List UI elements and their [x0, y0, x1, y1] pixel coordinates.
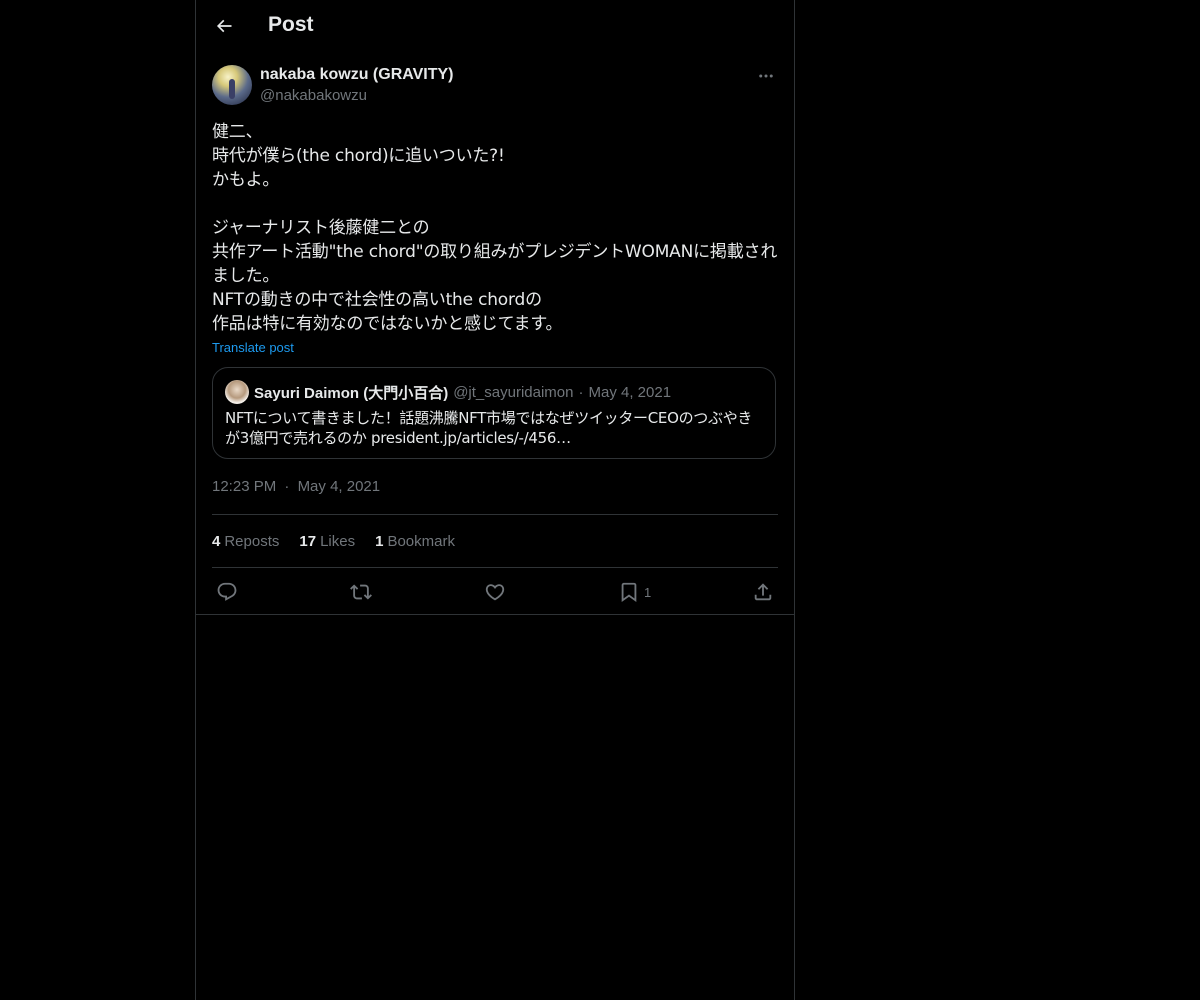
reposts-count: 4: [212, 532, 221, 550]
page-title: Post: [268, 13, 314, 36]
author-handle[interactable]: @nakabakowzu: [260, 87, 367, 104]
quoted-author-handle: @jt_sayuridaimon: [453, 383, 574, 401]
more-button[interactable]: [754, 64, 778, 88]
author-row: nakaba kowzu (GRAVITY) @nakabakowzu: [212, 64, 778, 108]
heart-icon: [485, 584, 505, 601]
back-button[interactable]: [208, 10, 240, 42]
bookmark-icon: [621, 582, 637, 603]
quoted-author-avatar: [225, 380, 249, 404]
post-bottom-divider: [196, 614, 794, 615]
author-name[interactable]: nakaba kowzu (GRAVITY): [260, 66, 454, 84]
reposts-label: Reposts: [224, 532, 280, 550]
quoted-post-text: NFTについて書きました！話題沸騰NFT市場ではなぜツイッターCEOのつぶやきが…: [225, 409, 753, 447]
author-avatar[interactable]: [212, 65, 252, 105]
quoted-post-date: May 4, 2021: [588, 383, 672, 401]
bookmark-button[interactable]: 1: [618, 580, 651, 604]
bookmarks-count: 1: [375, 532, 384, 550]
share-button[interactable]: [752, 580, 774, 604]
bookmarks-stat[interactable]: 1 Bookmark: [375, 533, 455, 550]
post-timestamp-separator: ·: [284, 478, 290, 495]
reply-button[interactable]: [216, 580, 238, 604]
repost-button[interactable]: [350, 580, 372, 604]
quoted-author-name: Sayuri Daimon (大門小百合): [254, 384, 449, 402]
reply-icon: [217, 582, 237, 601]
post: nakaba kowzu (GRAVITY) @nakabakowzu 健二、 …: [212, 64, 778, 616]
quoted-post[interactable]: Sayuri Daimon (大門小百合) @jt_sayuridaimon ·…: [212, 367, 776, 459]
like-button[interactable]: [484, 580, 506, 604]
post-column: Post nakaba kowzu (GRAVITY) @nakabakowzu…: [195, 0, 795, 1000]
post-stats: 4 Reposts 17 Likes 1 Bookmark: [212, 515, 778, 567]
arrow-left-icon: [216, 19, 232, 33]
share-icon: [754, 583, 772, 601]
post-time[interactable]: 12:23 PM: [212, 478, 276, 495]
likes-count: 17: [299, 532, 317, 550]
repost-icon: [350, 584, 372, 600]
action-bar: 1: [212, 568, 778, 616]
post-text: 健二、 時代が僕ら(the chord)に追いついた?! かもよ。 ジャーナリス…: [212, 122, 778, 334]
quoted-separator: ·: [578, 383, 584, 401]
bookmark-action-count: 1: [644, 584, 652, 600]
header-bar: Post: [196, 0, 794, 53]
translate-post-link[interactable]: Translate post: [212, 340, 294, 355]
reposts-stat[interactable]: 4 Reposts: [212, 533, 279, 550]
bookmarks-label: Bookmark: [387, 532, 455, 550]
post-date[interactable]: May 4, 2021: [298, 478, 381, 495]
quoted-post-header: Sayuri Daimon (大門小百合) @jt_sayuridaimon ·…: [225, 380, 671, 404]
more-horizontal-icon: [759, 74, 773, 78]
post-timestamp: 12:23 PM · May 4, 2021: [212, 478, 778, 498]
likes-stat[interactable]: 17 Likes: [299, 533, 355, 550]
likes-label: Likes: [320, 532, 356, 550]
